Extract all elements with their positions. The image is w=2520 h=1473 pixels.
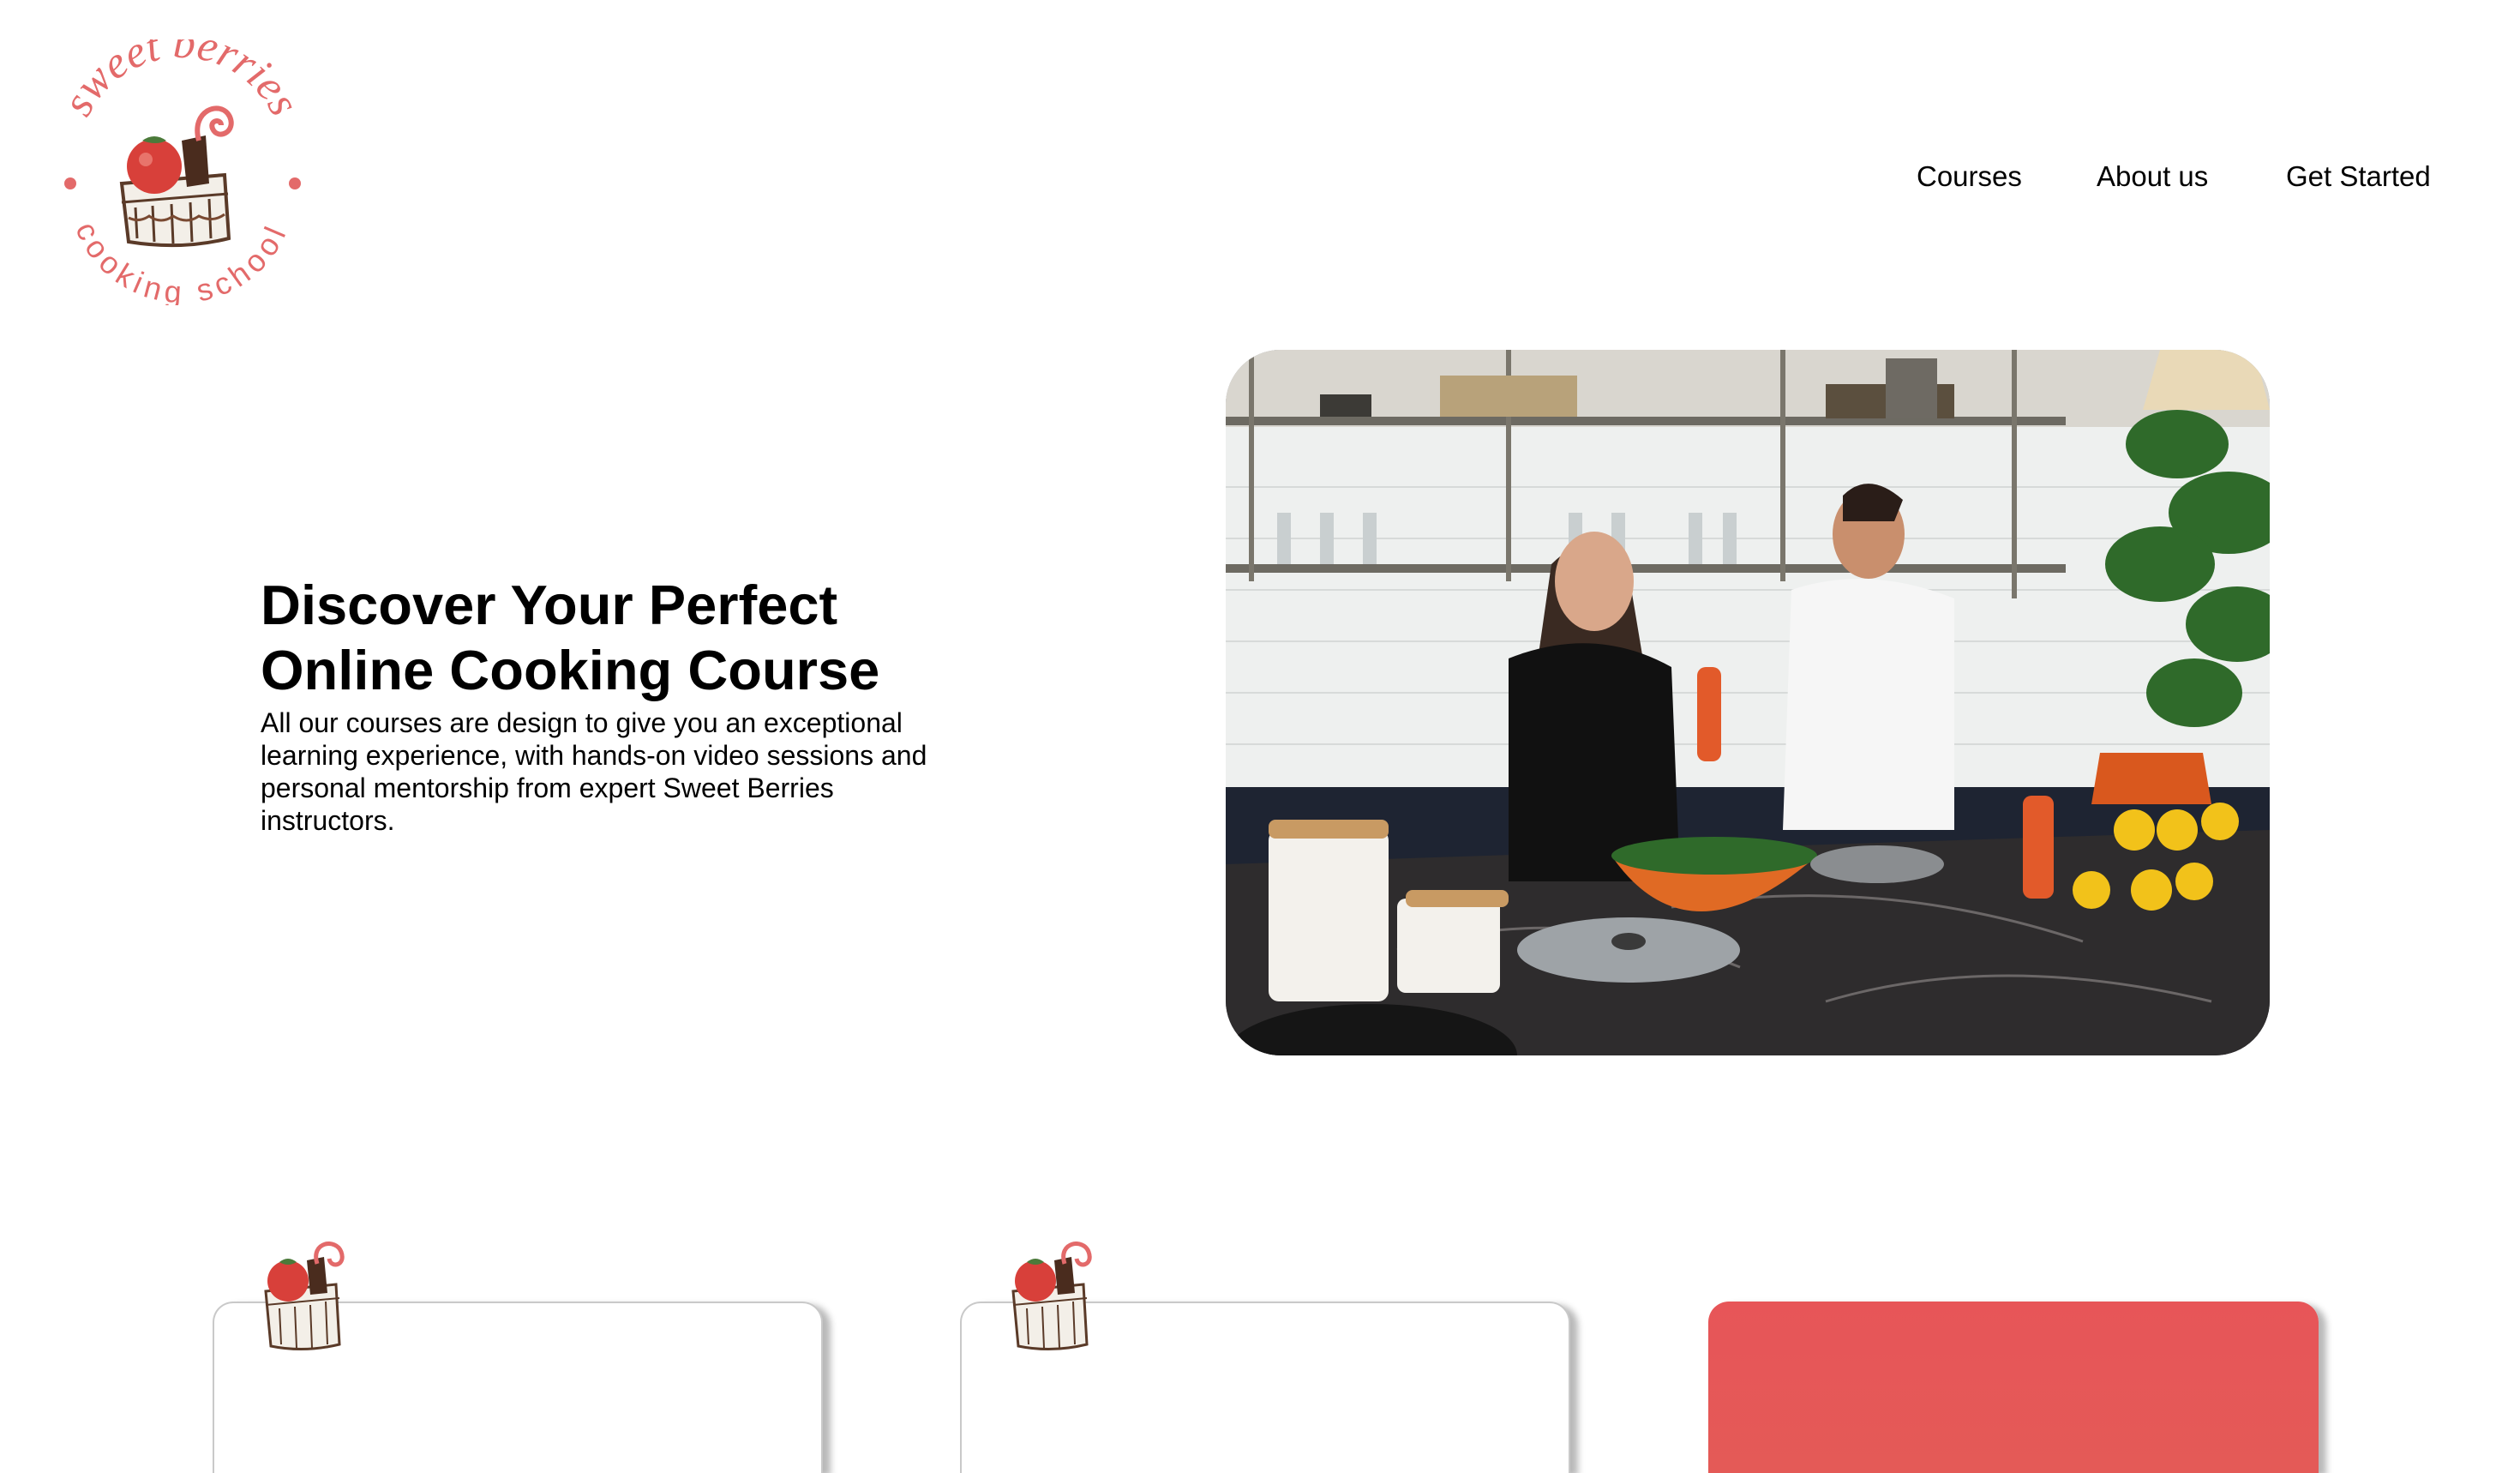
logo-name-top: sweet berries: [53, 19, 309, 123]
svg-text:sweet berries: sweet berries: [53, 39, 309, 123]
hero-title: Discover Your Perfect Online Cooking Cou…: [261, 573, 989, 703]
nav-link-courses[interactable]: Courses: [1917, 153, 2022, 201]
hero-kitchen-photo: [1226, 350, 2270, 1055]
nav-link-about-us[interactable]: About us: [2097, 153, 2208, 201]
cake-icon: [257, 1242, 351, 1353]
kitchen-photo-illustration: [1226, 350, 2270, 1055]
hero-description: All our courses are design to give you a…: [261, 707, 927, 836]
main-nav: Courses About us Get Started: [0, 153, 2520, 201]
course-card-featured[interactable]: [1708, 1302, 2319, 1473]
hero-text: Discover Your Perfect Online Cooking Cou…: [261, 573, 989, 837]
hero-title-line-1: Discover Your Perfect: [261, 574, 838, 636]
cake-icon: [1005, 1242, 1099, 1353]
nav-link-get-started[interactable]: Get Started: [2286, 153, 2431, 201]
hero-title-line-2: Online Cooking Course: [261, 639, 880, 701]
